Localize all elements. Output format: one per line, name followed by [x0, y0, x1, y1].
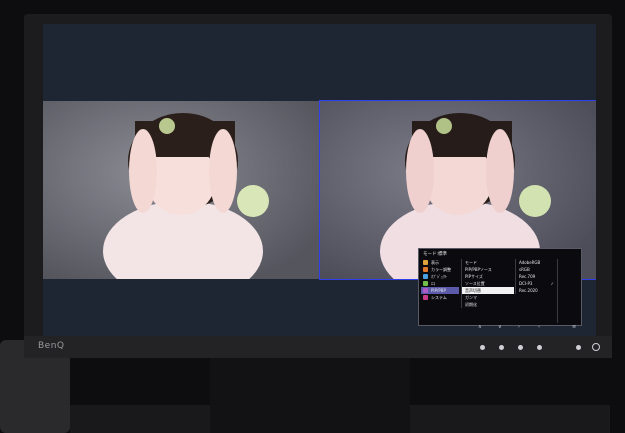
control-button-4[interactable]: [537, 345, 542, 350]
osd-submenu-item[interactable]: 音声切替: [462, 287, 514, 294]
power-icon[interactable]: [592, 343, 600, 351]
osd-menu: モード:標準 表示 カラー調整 ｵﾌﾞｼﾞｪｸﾄ ｴｺ PIP/PBP システム モード P…: [418, 248, 582, 326]
object-icon: [423, 274, 428, 279]
pip-icon: [423, 288, 428, 293]
osd-submenu-item[interactable]: PIPサイズ: [462, 273, 514, 280]
osd-menu-item[interactable]: ｵﾌﾞｼﾞｪｸﾄ: [421, 273, 459, 280]
monitor-stand: [210, 358, 410, 433]
osd-menu-item[interactable]: ｴｺ: [421, 280, 459, 287]
display-icon: [423, 260, 428, 265]
osd-option-item[interactable]: Rec.709: [516, 273, 556, 280]
osd-submenu-item[interactable]: 初期化: [462, 301, 514, 308]
control-button-3[interactable]: [518, 345, 523, 350]
nav-up-icon: ∧: [478, 324, 482, 330]
osd-option-item[interactable]: sRGB: [516, 266, 556, 273]
osd-option-label: sRGB: [519, 267, 530, 272]
osd-options: AdobeRGB sRGB Rec.709 DCI-P3 ✓ Rec.2020: [515, 259, 556, 294]
control-button-5[interactable]: [576, 345, 581, 350]
osd-main-menu: 表示カラー調整 ｵﾌﾞｼﾞｪｸﾄ ｴｺ PIP/PBP システム: [421, 259, 459, 301]
osd-menu-item[interactable]: システム: [421, 294, 459, 301]
osd-option-label: AdobeRGB: [519, 260, 541, 265]
osd-submenu-item[interactable]: PIP/PBPソース: [462, 266, 514, 273]
eco-icon: [423, 281, 428, 286]
osd-submenu-item[interactable]: ガンマ: [462, 294, 514, 301]
osd-submenu: モード PIP/PBPソース PIPサイズ ソース位置 音声切替 ガンマ 初期化: [461, 259, 514, 308]
osd-menu-item[interactable]: カラー調整: [421, 266, 459, 273]
osd-menu-label: カラー調整: [431, 267, 451, 272]
monitor-chin: [24, 336, 612, 358]
osd-title: モード:標準: [423, 252, 448, 257]
osd-option-label: Rec.2020: [519, 288, 538, 293]
osd-option-label: Rec.709: [519, 274, 536, 279]
osd-menu-label: ｵﾌﾞｼﾞｪｸﾄ: [431, 274, 447, 279]
color-icon: [423, 267, 428, 272]
osd-menu-label: システム: [431, 295, 447, 300]
portrait-left: [43, 101, 320, 279]
osd-option-item[interactable]: DCI-P3 ✓: [516, 280, 556, 287]
osd-option-label: DCI-P3: [519, 281, 533, 286]
nav-exit-icon: ≡: [572, 324, 577, 330]
osd-submenu-item[interactable]: ソース位置: [462, 280, 514, 287]
pbp-left-image: [43, 101, 320, 279]
osd-option-item[interactable]: AdobeRGB: [516, 259, 556, 266]
nav-back-icon: ‹: [538, 324, 540, 330]
osd-menu-item[interactable]: PIP/PBP: [421, 287, 459, 294]
osd-nav-hints: ∧ ∨ › ‹ ≡: [472, 324, 582, 332]
photo-scene: モード:標準 表示 カラー調整 ｵﾌﾞｼﾞｪｸﾄ ｴｺ PIP/PBP システム モード P…: [0, 0, 625, 433]
osd-option-item[interactable]: Rec.2020: [516, 287, 556, 294]
osd-empty-panel: [557, 259, 580, 323]
nav-enter-icon: ›: [518, 324, 520, 330]
osd-menu-label: 表示: [431, 260, 439, 265]
osd-menu-label: PIP/PBP: [431, 288, 446, 293]
system-icon: [423, 295, 428, 300]
osd-menu-item[interactable]: 表示: [421, 259, 459, 266]
nav-down-icon: ∨: [498, 324, 502, 330]
osd-submenu-item[interactable]: モード: [462, 259, 514, 266]
control-button-1[interactable]: [480, 345, 485, 350]
check-icon: ✓: [550, 281, 554, 286]
brand-logo: BenQ: [38, 341, 65, 351]
osd-menu-label: ｴｺ: [431, 281, 435, 286]
control-button-2[interactable]: [499, 345, 504, 350]
